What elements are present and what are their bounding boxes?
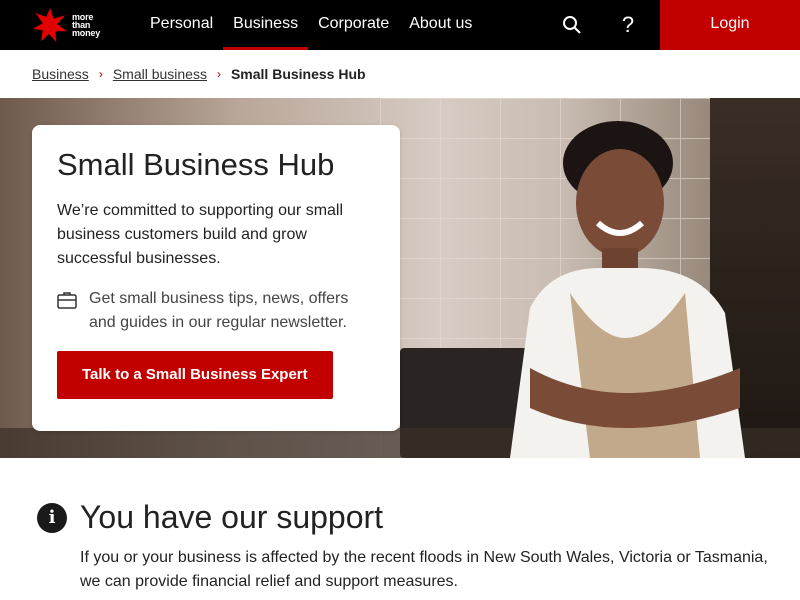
page-title: Small Business Hub <box>57 147 335 182</box>
newsletter-tip-text: Get small business tips, news, offers an… <box>89 290 349 331</box>
chevron-right-icon: › <box>216 67 221 81</box>
briefcase-icon <box>57 292 77 309</box>
logo-tagline: more than money <box>72 13 101 38</box>
help-button[interactable]: ? <box>608 0 648 50</box>
main-nav: Personal Business Corporate About us <box>140 0 482 50</box>
support-heading: You have our support <box>80 499 384 535</box>
nav-item-business[interactable]: Business <box>223 0 309 50</box>
help-icon: ? <box>621 12 635 37</box>
info-icon: i <box>37 503 67 533</box>
talk-to-expert-button[interactable]: Talk to a Small Business Expert <box>57 351 333 399</box>
star-logo-icon <box>32 7 68 43</box>
login-button[interactable]: Login <box>660 0 800 50</box>
search-icon <box>563 16 581 34</box>
breadcrumb-current: Small Business Hub <box>230 66 366 82</box>
support-text: If you or your business is affected by t… <box>80 549 768 590</box>
newsletter-tip: Get small business tips, news, offers an… <box>57 287 375 335</box>
chevron-right-icon: › <box>98 67 103 81</box>
search-button[interactable] <box>552 0 592 50</box>
hero-banner: Small Business Hub We’re committed to su… <box>0 98 800 458</box>
hero-card: Small Business Hub We’re committed to su… <box>32 125 400 431</box>
hero-description: We’re committed to supporting our small … <box>57 202 344 267</box>
breadcrumb-link-business[interactable]: Business <box>32 66 89 82</box>
logo-tagline-line: money <box>72 28 101 38</box>
nav-item-personal[interactable]: Personal <box>140 0 223 50</box>
breadcrumb: Business › Small business › Small Busine… <box>32 64 366 84</box>
barista-photo <box>510 121 745 458</box>
nav-item-corporate[interactable]: Corporate <box>308 0 399 50</box>
nab-logo[interactable]: more than money <box>32 6 112 44</box>
nav-item-about-us[interactable]: About us <box>399 0 482 50</box>
breadcrumb-link-small-business[interactable]: Small business <box>113 66 207 82</box>
top-navigation-bar: more than money Personal Business Corpor… <box>0 0 800 50</box>
